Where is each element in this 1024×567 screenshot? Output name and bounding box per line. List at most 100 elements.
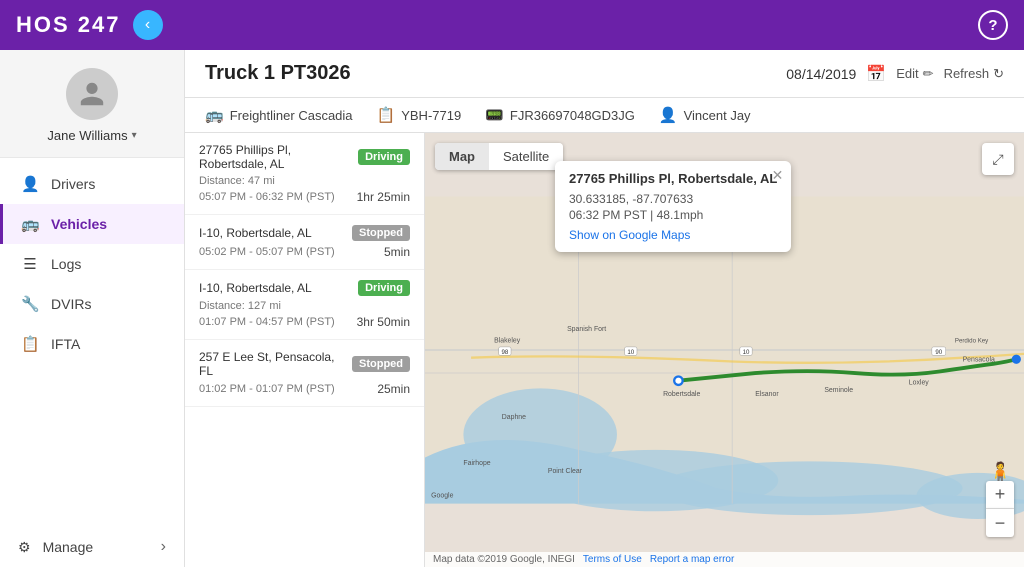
sidebar-item-drivers[interactable]: 👤 Drivers [0, 164, 184, 204]
trip-time-row: 01:07 PM - 04:57 PM (PST) 3hr 50min [199, 315, 410, 329]
plate-number: YBH-7719 [401, 108, 461, 123]
trip-badge: Driving [358, 149, 410, 165]
popup-close-icon[interactable]: ✕ [772, 167, 784, 184]
svg-text:Perdido Key: Perdido Key [955, 337, 989, 344]
tab-satellite[interactable]: Satellite [489, 143, 563, 170]
avatar [66, 68, 118, 120]
manage-label: Manage [43, 539, 94, 555]
manage-icon: ⚙ [18, 539, 31, 556]
plate-icon: 📋 [377, 106, 396, 124]
ifta-icon: 📋 [21, 335, 39, 353]
help-button[interactable]: ? [978, 10, 1008, 40]
sidebar-item-label-dvirs: DVIRs [51, 296, 91, 312]
sidebar-item-vehicles[interactable]: 🚌 Vehicles [0, 204, 184, 244]
list-item[interactable]: I-10, Robertsdale, AL Stopped 05:02 PM -… [185, 215, 424, 270]
svg-text:Fairhope: Fairhope [463, 460, 490, 467]
manage-chevron: › [161, 538, 166, 556]
date-display: 08/14/2019 [786, 66, 856, 82]
svg-text:10: 10 [743, 349, 750, 356]
map-popup: ✕ 27765 Phillips Pl, Robertsdale, AL 30.… [555, 161, 791, 252]
bottom-panel: 27765 Phillips Pl, Robertsdale, AL Drivi… [185, 133, 1024, 567]
sidebar-item-dvirs[interactable]: 🔧 DVIRs [0, 284, 184, 324]
driver-name: Vincent Jay [684, 108, 751, 123]
trip-duration: 25min [377, 382, 410, 396]
manage-left: ⚙ Manage [18, 539, 93, 556]
trip-header: 27765 Phillips Pl, Robertsdale, AL Drivi… [199, 143, 410, 171]
svg-text:Blakeley: Blakeley [494, 337, 521, 344]
list-item[interactable]: 257 E Lee St, Pensacola, FL Stopped 01:0… [185, 340, 424, 407]
zoom-out-button[interactable]: − [986, 509, 1014, 537]
driver-icon: 👤 [659, 106, 678, 124]
sidebar-item-logs[interactable]: ☰ Logs [0, 244, 184, 284]
popup-maps-link[interactable]: Show on Google Maps [569, 228, 690, 242]
header-actions: 08/14/2019 📅 Edit ✏ Refresh ↻ [786, 64, 1004, 84]
username-dropdown[interactable]: Jane Williams ▾ [47, 128, 136, 143]
svg-text:Daphne: Daphne [502, 414, 526, 421]
trip-time-row: 05:02 PM - 05:07 PM (PST) 5min [199, 245, 410, 259]
svg-text:98: 98 [501, 349, 508, 356]
svg-text:Point Clear: Point Clear [548, 468, 583, 475]
content-area: Truck 1 PT3026 08/14/2019 📅 Edit ✏ Refre… [185, 50, 1024, 567]
trip-address: 257 E Lee St, Pensacola, FL [199, 350, 346, 378]
plate-info: 📋 YBH-7719 [377, 106, 462, 124]
svg-text:Loxley: Loxley [909, 380, 930, 387]
page-title: Truck 1 PT3026 [205, 62, 351, 85]
trip-time-range: 05:07 PM - 06:32 PM (PST) [199, 191, 335, 203]
trip-distance: Distance: 47 mi [199, 175, 410, 187]
svg-text:Google: Google [431, 492, 453, 499]
vehicles-icon: 🚌 [21, 215, 39, 233]
sidebar-user-section: Jane Williams ▾ [0, 50, 184, 158]
logs-icon: ☰ [21, 255, 39, 273]
tab-map[interactable]: Map [435, 143, 489, 170]
svg-text:10: 10 [627, 349, 634, 356]
edit-label: Edit [896, 66, 918, 81]
trip-address: I-10, Robertsdale, AL [199, 226, 346, 240]
report-link[interactable]: Report a map error [650, 554, 734, 565]
app-header: HOS 247 ‹ ? [0, 0, 1024, 50]
map-tabs: Map Satellite [435, 143, 563, 170]
calendar-icon[interactable]: 📅 [866, 64, 886, 84]
trip-distance: Distance: 127 mi [199, 300, 410, 312]
svg-text:Elsanor: Elsanor [755, 391, 779, 398]
trip-time-range: 05:02 PM - 05:07 PM (PST) [199, 246, 335, 258]
trip-duration: 3hr 50min [357, 315, 410, 329]
refresh-icon: ↻ [993, 66, 1004, 82]
edit-pencil-icon: ✏ [923, 66, 934, 82]
trip-list: 27765 Phillips Pl, Robertsdale, AL Drivi… [185, 133, 425, 567]
drivers-icon: 👤 [21, 175, 39, 193]
truck-info: 🚌 Freightliner Cascadia [205, 106, 353, 124]
trip-address: 27765 Phillips Pl, Robertsdale, AL [199, 143, 352, 171]
sidebar-item-label-drivers: Drivers [51, 176, 95, 192]
map-expand-button[interactable]: ⤢ [982, 143, 1014, 175]
svg-text:Seminole: Seminole [824, 387, 853, 394]
trip-duration: 5min [384, 245, 410, 259]
trip-duration: 1hr 25min [357, 190, 410, 204]
edit-button[interactable]: Edit ✏ [896, 66, 933, 82]
list-item[interactable]: I-10, Robertsdale, AL Driving Distance: … [185, 270, 424, 340]
content-header: Truck 1 PT3026 08/14/2019 📅 Edit ✏ Refre… [185, 50, 1024, 98]
main-layout: Jane Williams ▾ 👤 Drivers 🚌 Vehicles ☰ L… [0, 50, 1024, 567]
sidebar-nav: 👤 Drivers 🚌 Vehicles ☰ Logs 🔧 DVIRs 📋 IF… [0, 158, 184, 527]
trip-time-row: 01:02 PM - 01:07 PM (PST) 25min [199, 382, 410, 396]
terms-link[interactable]: Terms of Use [583, 554, 642, 565]
sidebar-item-manage[interactable]: ⚙ Manage › [0, 527, 184, 567]
vin-info: 📟 FJR36697048GD3JG [485, 106, 635, 124]
vin-icon: 📟 [485, 106, 504, 124]
truck-model: Freightliner Cascadia [230, 108, 353, 123]
trip-address: I-10, Robertsdale, AL [199, 281, 352, 295]
zoom-in-button[interactable]: + [986, 481, 1014, 509]
zoom-controls: + − [986, 481, 1014, 537]
svg-text:90: 90 [935, 349, 942, 356]
vin-number: FJR36697048GD3JG [510, 108, 635, 123]
trip-header: 257 E Lee St, Pensacola, FL Stopped [199, 350, 410, 378]
list-item[interactable]: 27765 Phillips Pl, Robertsdale, AL Drivi… [185, 133, 424, 215]
refresh-button[interactable]: Refresh ↻ [944, 66, 1004, 82]
popup-info: 06:32 PM PST | 48.1mph [569, 208, 777, 222]
sidebar-item-ifta[interactable]: 📋 IFTA [0, 324, 184, 364]
header-left: HOS 247 ‹ [16, 10, 163, 40]
back-button[interactable]: ‹ [133, 10, 163, 40]
sidebar: Jane Williams ▾ 👤 Drivers 🚌 Vehicles ☰ L… [0, 50, 185, 567]
map-area: Blakeley Spanish Fort Robertsdale Elsano… [425, 133, 1024, 567]
trip-badge: Stopped [352, 225, 410, 241]
map-credit: Map data ©2019 Google, INEGI [433, 554, 575, 565]
